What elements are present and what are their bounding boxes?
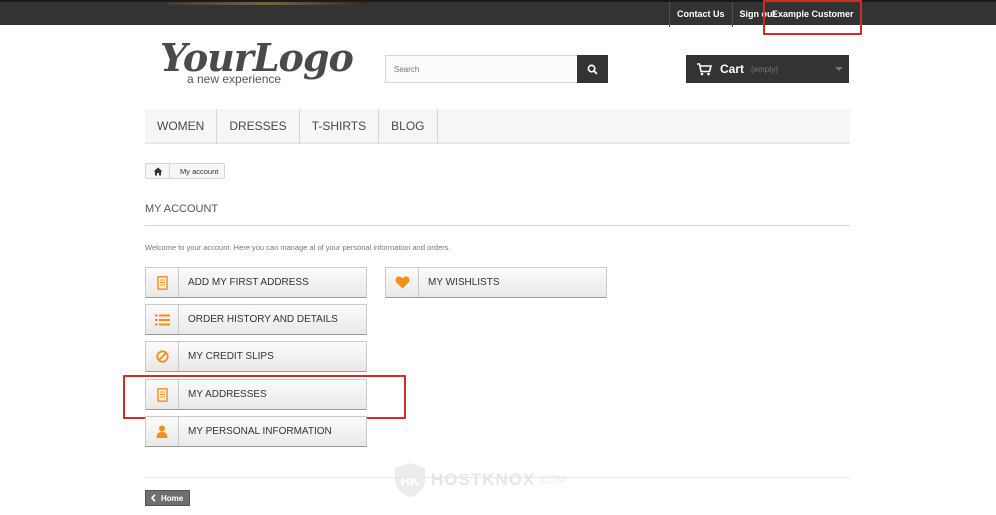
cart-button[interactable]: Cart (empty) [686,55,849,83]
chevron-down-icon [835,67,843,71]
cart-status: (empty) [751,64,779,74]
search-icon [587,64,598,75]
top-bar: Contact Us Sign out Example Customer [0,0,996,27]
breadcrumb: My account [145,163,226,179]
credit-slips-label: MY CREDIT SLIPS [188,351,274,362]
personal-information-label: MY PERSONAL INFORMATION [188,426,332,437]
watermark: HK HOSTKNOX .COM [393,462,566,498]
credit-slips-button[interactable]: MY CREDIT SLIPS [145,341,367,372]
personal-information-button[interactable]: MY PERSONAL INFORMATION [145,416,367,447]
search-input[interactable] [386,56,578,82]
banner-image-strip [168,2,368,5]
breadcrumb-home[interactable] [146,164,170,178]
menu-item-blog[interactable]: BLOG [379,109,438,144]
contact-us-link[interactable]: Contact Us [669,2,732,27]
watermark-text: HOSTKNOX [431,470,536,489]
menu-item-t-shirts[interactable]: T-SHIRTS [300,109,380,144]
list-icon [154,314,170,325]
site-logo[interactable]: YourLogo a new experience [160,38,354,90]
chevron-left-icon [151,494,156,502]
user-icon [156,425,168,438]
wishlists-label: MY WISHLISTS [428,277,500,288]
search-button[interactable] [577,55,608,83]
main-menu: WOMEN DRESSES T-SHIRTS BLOG [145,109,850,144]
breadcrumb-current: My account [180,166,219,176]
address-book-icon [156,387,168,402]
add-first-address-button[interactable]: ADD MY FIRST ADDRESS [145,267,367,298]
address-book-icon [156,275,168,290]
my-addresses-button[interactable]: MY ADDRESSES [145,379,367,410]
home-icon [153,167,162,175]
watermark-suffix: .COM [537,474,567,486]
ban-icon [155,350,169,363]
search-bar [385,55,608,83]
logo-tagline: a new experience [187,72,282,86]
cart-label: Cart [720,62,745,76]
menu-item-dresses[interactable]: DRESSES [217,109,300,144]
my-addresses-label: MY ADDRESSES [188,389,267,400]
customer-account-link[interactable]: Example Customer [764,2,861,27]
cart-icon [697,62,712,75]
order-history-button[interactable]: ORDER HISTORY AND DETAILS [145,304,367,335]
home-button[interactable]: Home [145,490,190,506]
home-button-label: Home [161,493,184,503]
heart-icon [394,276,410,289]
menu-item-women[interactable]: WOMEN [145,109,218,144]
title-divider [145,225,850,226]
order-history-label: ORDER HISTORY AND DETAILS [188,314,338,325]
add-first-address-label: ADD MY FIRST ADDRESS [188,277,309,288]
page-title: MY ACCOUNT [145,203,219,215]
welcome-text: Welcome to your account. Here you can ma… [145,243,451,252]
wishlists-button[interactable]: MY WISHLISTS [385,267,607,298]
footer-divider [145,477,850,478]
shield-icon: HK [395,463,425,497]
